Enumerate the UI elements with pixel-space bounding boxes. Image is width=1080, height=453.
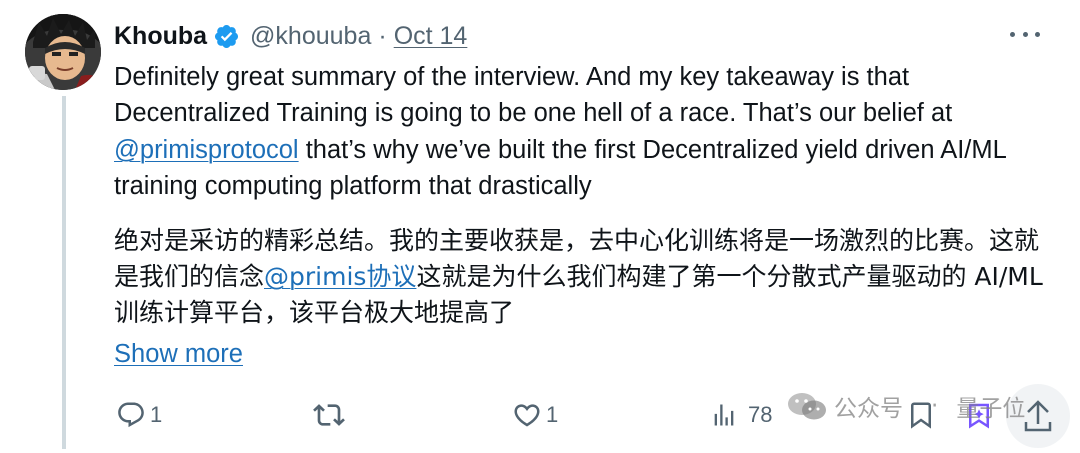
heart-icon	[514, 404, 540, 427]
avatar[interactable]	[25, 14, 101, 90]
reply-icon	[118, 402, 144, 428]
author-handle[interactable]: @khouuba	[250, 22, 371, 51]
bookmark-icon	[911, 402, 931, 429]
author-name[interactable]: Khouba	[114, 22, 207, 51]
mention-link[interactable]: @primis协议	[264, 262, 416, 291]
tweet-text-segment: Definitely great summary of the intervie…	[114, 63, 953, 128]
avatar-image	[25, 14, 101, 90]
grok-button[interactable]	[964, 392, 994, 438]
tweet-timestamp[interactable]: Oct 14	[394, 22, 468, 51]
header-separator: ·	[378, 21, 387, 50]
like-count: 1	[546, 402, 559, 427]
tweet-header: Khouba @khouuba · Oct 14	[114, 16, 467, 56]
views-chart-icon	[714, 404, 734, 426]
tweet-paragraph-chinese: 绝对是采访的精彩总结。我的主要收获是，去中心化训练将是一场激烈的比赛。这就是我们…	[114, 223, 1054, 332]
verified-badge-icon	[213, 23, 240, 50]
share-icon	[1024, 400, 1052, 432]
mention-link[interactable]: @primisprotocol	[114, 136, 299, 164]
views-count: 78	[748, 402, 773, 427]
tweet-paragraph-english: Definitely great summary of the intervie…	[114, 59, 1054, 205]
show-more-link[interactable]: Show more	[114, 340, 243, 369]
views-button[interactable]: 78	[710, 392, 772, 438]
like-button[interactable]: 1	[512, 392, 558, 438]
tweet-text: Definitely great summary of the intervie…	[114, 59, 1054, 332]
reply-button[interactable]: 1	[116, 392, 162, 438]
bookmark-button[interactable]	[906, 392, 936, 438]
more-options-icon[interactable]	[1010, 24, 1040, 44]
repost-button[interactable]	[313, 392, 345, 438]
grok-icon	[969, 403, 989, 429]
repost-icon	[313, 404, 345, 426]
action-bar: 1 1 78	[0, 392, 1080, 438]
floating-circle[interactable]	[1006, 384, 1070, 448]
reply-count: 1	[150, 402, 163, 427]
